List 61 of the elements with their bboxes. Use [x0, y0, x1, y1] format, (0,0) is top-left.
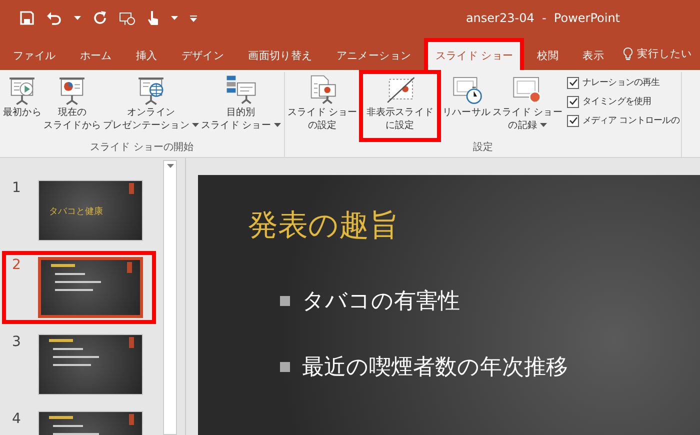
custom-slides-icon: [224, 74, 257, 106]
ribbon-button[interactable]: スライド ショー の設定: [286, 72, 358, 140]
ribbon-button[interactable]: スライド ショー の記録: [492, 72, 564, 140]
checkbox-label: ナレーションの再生: [582, 76, 660, 89]
ribbon-tab[interactable]: 挿入: [124, 38, 168, 70]
caret-icon: [74, 16, 81, 20]
customize-icon[interactable]: [190, 14, 197, 22]
slide-thumbnail[interactable]: [38, 257, 143, 318]
caret-icon: [171, 16, 178, 20]
ribbon-tab[interactable]: 表示: [572, 38, 616, 70]
slide-number: 4: [12, 411, 22, 427]
bullet-text: タバコの有害性: [302, 288, 460, 316]
undo-icon[interactable]: [46, 11, 62, 25]
window-title: anser23-04 - PowerPoint: [466, 11, 620, 25]
slide-number: 2: [12, 257, 22, 273]
lightbulb-icon: [623, 47, 634, 61]
slide-number: 1: [12, 180, 22, 196]
ribbon-button[interactable]: 最初から: [2, 72, 42, 140]
touch-hand-icon[interactable]: [147, 10, 159, 26]
caret-icon: [540, 123, 547, 128]
bullet-text: 最近の喫煙者数の年次推移: [302, 354, 568, 382]
bullet-icon: [280, 296, 290, 306]
timer-screen-icon: [450, 74, 483, 106]
ribbon-tab[interactable]: アニメーション: [325, 38, 422, 70]
record-screen-icon: [511, 74, 544, 106]
save-icon[interactable]: [20, 11, 34, 25]
accent-bar: [129, 183, 134, 194]
checkbox-label: メディア コントロールの: [582, 115, 680, 127]
slide-title: 発表の趣旨: [248, 207, 400, 245]
checkbox-label: タイミングを使用: [582, 96, 652, 108]
caret-icon: [274, 123, 280, 128]
checkbox[interactable]: [567, 76, 580, 88]
ribbon-button[interactable]: 現在の スライドから: [42, 72, 102, 140]
bullet-icon: [280, 362, 290, 372]
ribbon-tab[interactable]: 画面切り替え: [237, 38, 324, 70]
ribbon-button[interactable]: 目的別 スライド ショー: [200, 72, 282, 140]
ribbon-tab[interactable]: デザイン: [170, 38, 236, 70]
caret-icon: [192, 123, 200, 128]
scrollbar[interactable]: [163, 160, 177, 435]
ribbon-tab[interactable]: スライド ショー: [424, 38, 524, 70]
group-label: スライド ショーの開始: [89, 141, 194, 155]
thumbnail-title: タバコと健康: [49, 207, 103, 217]
ribbon-button[interactable]: オンライン プレゼンテーション: [102, 72, 200, 140]
slide-number: 3: [12, 334, 22, 350]
ribbon-tab[interactable]: ホーム: [68, 38, 123, 70]
checkbox[interactable]: [567, 96, 580, 108]
tell-me-field[interactable]: 実行したい: [637, 47, 692, 61]
slide-thumbnail[interactable]: タバコと健康: [38, 180, 143, 241]
ribbon-tab[interactable]: ファイル: [2, 38, 67, 70]
checkbox[interactable]: [567, 114, 580, 126]
presentation-icon[interactable]: [119, 10, 135, 26]
caret-icon: [166, 164, 174, 169]
ribbon-button[interactable]: リハーサル: [442, 72, 492, 140]
accent-bar: [129, 414, 134, 425]
accent-bar: [129, 337, 134, 348]
group-label: 設定: [472, 140, 494, 155]
ribbon-button[interactable]: 非表示スライド に設定: [361, 72, 439, 140]
slide-thumbnail[interactable]: [38, 334, 143, 395]
redo-icon[interactable]: [93, 11, 107, 25]
accent-bar: [127, 262, 132, 273]
ribbon-tab[interactable]: 校閲: [526, 38, 570, 70]
